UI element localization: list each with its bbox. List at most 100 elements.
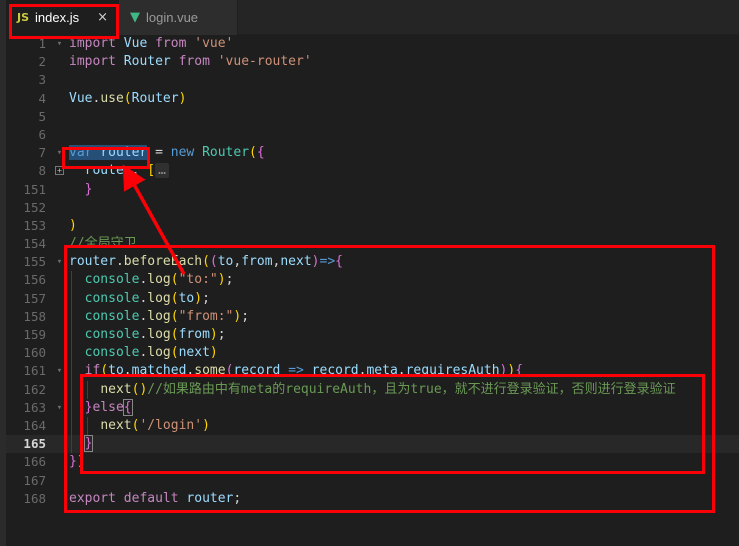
vscode-editor-window: JSindex.js×▼login.vue× 1▾import Vue from…	[0, 0, 739, 546]
line-number: 160	[23, 345, 46, 361]
chevron-down-icon[interactable]: ▾	[52, 35, 67, 53]
code-token: (	[170, 272, 179, 288]
code-token: =>	[319, 254, 336, 270]
code-line[interactable]: 157 console.log(to);	[6, 289, 739, 308]
close-icon[interactable]: ×	[216, 11, 227, 24]
code-line[interactable]: 167	[6, 472, 739, 490]
code-line[interactable]: 4 Vue.use(Router)	[6, 90, 739, 108]
code-token: )	[507, 363, 516, 379]
chevron-down-icon[interactable]: ▾	[52, 362, 67, 380]
code-token: router	[186, 490, 234, 506]
code-line[interactable]: 168 export default router;	[6, 490, 739, 508]
tab-bar-empty-space	[237, 0, 739, 35]
indent-guide	[71, 416, 72, 436]
line-number: 3	[38, 72, 46, 88]
code-token: }	[84, 181, 93, 197]
line-number: 168	[23, 490, 46, 506]
code-token: .	[115, 254, 124, 270]
code-line[interactable]: 8 + routes: […	[6, 162, 739, 180]
code-line[interactable]: 6	[6, 126, 739, 144]
code-line[interactable]: 156 console.log("to:");	[6, 271, 739, 290]
indent-guide	[71, 271, 72, 290]
code-line[interactable]: 165 }	[6, 435, 739, 454]
code-token: //全局守卫	[69, 236, 137, 252]
code-token: .	[397, 363, 406, 379]
code-token: …	[155, 163, 169, 179]
code-token: //如果路由中有meta的requireAuth，且为true，就不进行登录验证…	[147, 381, 676, 397]
editor-tab-index-js[interactable]: JS index.js ×	[6, 0, 119, 35]
line-number: 165	[23, 436, 46, 452]
code-token: else	[92, 399, 124, 415]
code-token: record	[311, 363, 359, 379]
code-token: (	[123, 90, 132, 106]
line-number: 152	[23, 199, 46, 215]
code-line[interactable]: 7 ▾ var router = new Router({	[6, 144, 739, 162]
code-token: )	[194, 290, 203, 306]
code-token: (	[249, 145, 257, 161]
code-token: router	[69, 254, 116, 270]
editor-tab-login-vue[interactable]: ▼ login.vue ×	[119, 0, 238, 35]
code-line[interactable]: 159 console.log(from);	[6, 326, 739, 345]
code-line[interactable]: 162 next()//如果路由中有meta的requireAuth，且为tru…	[6, 380, 739, 399]
code-line[interactable]: 163 ▾ }else{	[6, 398, 739, 417]
code-token: ;	[241, 308, 250, 324]
code-line[interactable]: 2 import Router from 'vue-router'	[6, 53, 739, 71]
code-token: )	[217, 272, 226, 288]
line-number: 2	[38, 54, 46, 70]
code-token: matched	[131, 363, 187, 379]
code-token: )	[76, 454, 85, 470]
code-line[interactable]: 160 console.log(next)	[6, 344, 739, 363]
line-number: 6	[38, 126, 46, 142]
code-token: next	[100, 417, 132, 433]
code-editor[interactable]: 1 ▾ import Vue from 'vue' 2 import Router fr…	[6, 35, 739, 546]
code-token: requiresAuth	[405, 363, 500, 379]
line-number: 8	[38, 163, 46, 179]
code-line[interactable]: 154 //全局守卫	[6, 235, 739, 253]
plus-box-icon[interactable]: +	[52, 162, 67, 180]
code-line[interactable]: 166})	[6, 453, 739, 471]
code-token: next	[178, 345, 210, 361]
code-text: })	[67, 453, 739, 471]
code-line[interactable]: 3	[6, 71, 739, 89]
code-line[interactable]: 155 ▾ router.beforeEach((to,from,next)=>{	[6, 253, 739, 271]
line-number: 159	[23, 327, 46, 342]
code-token: (	[170, 327, 179, 342]
code-token: log	[147, 345, 171, 361]
code-text: )	[67, 217, 739, 235]
chevron-down-icon[interactable]: ▾	[52, 399, 67, 417]
line-number: 154	[23, 236, 46, 252]
code-token: to	[108, 363, 124, 379]
line-number: 158	[23, 308, 46, 324]
code-line[interactable]: 152	[6, 199, 739, 217]
chevron-down-icon[interactable]: ▾	[52, 144, 67, 162]
indent-guide	[86, 380, 88, 399]
indent-guide	[71, 289, 72, 308]
close-icon[interactable]: ×	[97, 11, 108, 24]
code-token: new	[170, 145, 203, 161]
code-text: }	[67, 181, 739, 199]
line-number: 167	[23, 472, 46, 488]
code-token: (	[170, 345, 179, 361]
indent-guide	[71, 380, 72, 399]
code-line[interactable]: 151 }	[6, 181, 739, 199]
code-text: console.log(next)	[67, 344, 739, 363]
code-token: use	[100, 90, 124, 106]
code-token: ;	[202, 290, 210, 306]
line-number: 4	[38, 90, 46, 106]
code-line[interactable]: 153)	[6, 217, 739, 235]
code-line[interactable]: 1 ▾ import Vue from 'vue'	[6, 35, 739, 53]
code-line[interactable]: 161 ▾ if(to.matched.some(record => record…	[6, 362, 739, 381]
code-token: )	[202, 417, 210, 433]
code-line[interactable]: 5	[6, 108, 739, 126]
code-token: [	[147, 163, 156, 179]
code-line[interactable]: 158 console.log("from:");	[6, 307, 739, 327]
code-text: console.log(from);	[67, 326, 739, 345]
code-token: {	[335, 254, 343, 270]
code-line[interactable]: 164 next('/login')	[6, 416, 739, 436]
chevron-down-icon[interactable]: ▾	[52, 253, 67, 271]
code-token: Vue	[69, 90, 93, 106]
code-token: )	[209, 327, 218, 342]
code-token: console	[84, 327, 140, 342]
code-token: meta	[366, 363, 398, 379]
code-token: )	[209, 345, 218, 361]
